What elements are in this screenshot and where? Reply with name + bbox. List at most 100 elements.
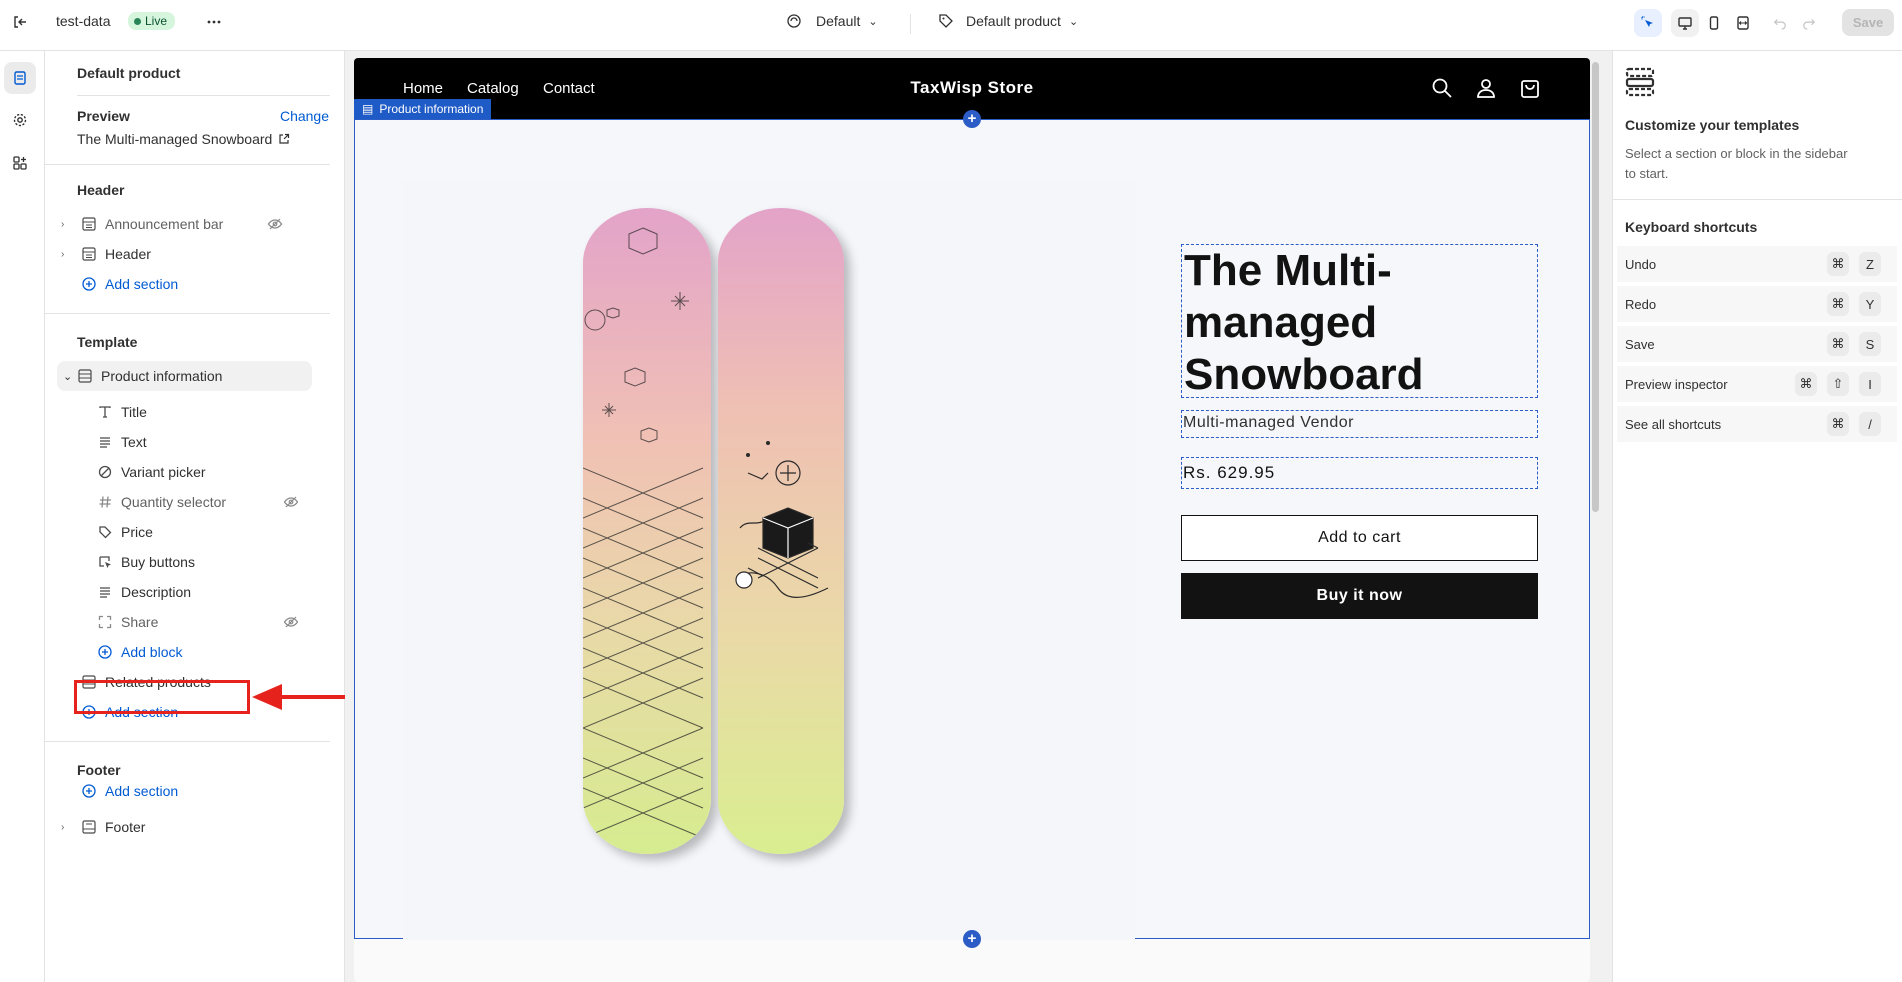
sidebar-item-product-information[interactable]: ⌄ Product information <box>57 361 312 391</box>
customize-description: Select a section or block in the sidebar… <box>1625 146 1848 181</box>
sidebar-item-announcement-bar[interactable]: › Announcement bar <box>61 209 316 239</box>
theme-label: Default <box>816 13 861 29</box>
add-section-button-footer[interactable]: Add section <box>81 776 178 806</box>
right-panel: Customize your templates Select a sectio… <box>1612 51 1902 982</box>
desktop-view-icon[interactable] <box>1671 9 1699 37</box>
preview-scrollbar[interactable] <box>1591 58 1600 982</box>
sidebar-item-footer[interactable]: › Footer <box>61 812 316 842</box>
product-media[interactable] <box>403 180 1135 940</box>
block-variant-picker[interactable]: Variant picker <box>97 457 317 487</box>
block-title[interactable]: Title <box>97 397 317 427</box>
add-to-cart-button[interactable]: Add to cart <box>1181 515 1538 561</box>
eye-hidden-icon[interactable] <box>283 494 299 510</box>
block-quantity-selector[interactable]: Quantity selector <box>97 487 317 517</box>
add-section-below-icon[interactable]: + <box>963 930 981 948</box>
section-tag-label: Product information <box>379 102 484 116</box>
undo-icon[interactable] <box>1766 9 1794 37</box>
change-preview-link[interactable]: Change <box>280 108 329 124</box>
block-label: Text <box>121 434 147 450</box>
section-icon <box>81 246 97 262</box>
theme-selector[interactable]: Default ⌄ <box>786 13 878 29</box>
search-icon[interactable] <box>1431 77 1453 99</box>
external-link-icon <box>279 133 290 144</box>
chevron-down-icon: ⌄ <box>63 370 73 383</box>
cart-icon[interactable] <box>1519 77 1541 99</box>
product-title-block[interactable]: The Multi-managed Snowboard <box>1181 244 1538 399</box>
full-width-view-icon[interactable] <box>1729 9 1757 37</box>
section-icon <box>77 368 93 384</box>
annotation-highlight-box <box>74 680 250 714</box>
product-information-section[interactable]: The Multi-managed Snowboard Multi-manage… <box>354 119 1590 940</box>
text-type-icon <box>97 404 113 420</box>
share-icon <box>97 614 113 630</box>
sidebar-item-label: Announcement bar <box>105 216 224 232</box>
add-block-button[interactable]: Add block <box>97 637 182 667</box>
shortcut-label: Undo <box>1625 256 1657 272</box>
section-sidebar: Default product Preview Change The Multi… <box>45 51 345 982</box>
shortcut-undo: Undo ⌘ Z <box>1617 246 1897 282</box>
buy-it-now-button[interactable]: Buy it now <box>1181 573 1538 619</box>
shortcut-see-all[interactable]: See all shortcuts ⌘ / <box>1617 406 1897 442</box>
plus-circle-icon <box>81 276 97 292</box>
shortcut-key: ⌘ <box>1795 372 1817 396</box>
account-icon[interactable] <box>1475 77 1497 99</box>
snowboard-image-front <box>583 208 711 854</box>
preview-product[interactable]: The Multi-managed Snowboard <box>77 131 290 147</box>
divider <box>910 14 911 34</box>
price-tag-icon <box>97 524 113 540</box>
shortcut-key: ⇧ <box>1827 372 1849 396</box>
top-bar: test-data Live Default ⌄ Default product… <box>0 0 1902 51</box>
block-label: Variant picker <box>121 464 206 480</box>
block-price[interactable]: Price <box>97 517 317 547</box>
divider <box>1613 199 1902 200</box>
eye-hidden-icon[interactable] <box>283 614 299 630</box>
block-buy-buttons[interactable]: Buy buttons <box>97 547 317 577</box>
section-icon <box>81 216 97 232</box>
shortcut-label: Save <box>1625 336 1655 352</box>
eye-hidden-icon[interactable] <box>267 216 283 232</box>
settings-gear-icon[interactable] <box>6 106 34 134</box>
shortcut-preview-inspector: Preview inspector ⌘ ⇧ I <box>1617 366 1897 402</box>
block-label: Buy buttons <box>121 554 195 570</box>
sections-icon[interactable] <box>4 62 36 94</box>
shortcut-key: ⌘ <box>1827 252 1849 276</box>
sidebar-item-header[interactable]: › Header <box>61 239 316 269</box>
header-group-heading: Header <box>77 182 125 198</box>
save-button[interactable]: Save <box>1842 9 1894 36</box>
keyboard-shortcuts-heading: Keyboard shortcuts <box>1625 219 1758 235</box>
shortcut-key: ⌘ <box>1827 332 1849 356</box>
chevron-right-icon: › <box>61 248 65 260</box>
add-block-label: Add block <box>121 644 183 660</box>
divider <box>45 164 330 165</box>
template-selector[interactable]: Default product ⌄ <box>938 13 1078 29</box>
scrollbar-thumb[interactable] <box>1592 62 1599 512</box>
board-mascot-icon <box>735 441 829 598</box>
template-group-heading: Template <box>77 334 138 350</box>
add-section-button-header[interactable]: Add section <box>81 269 178 299</box>
block-text[interactable]: Text <box>97 427 317 457</box>
product-vendor-block[interactable]: Multi-managed Vendor <box>1181 410 1538 438</box>
shortcut-key: S <box>1859 332 1881 356</box>
more-actions-icon[interactable] <box>200 8 228 36</box>
redo-icon[interactable] <box>1795 9 1823 37</box>
add-section-above-icon[interactable]: + <box>963 110 981 128</box>
store-name: test-data <box>56 13 111 29</box>
live-label: Live <box>145 14 168 28</box>
shortcut-redo: Redo ⌘ Y <box>1617 286 1897 322</box>
divider <box>77 95 330 96</box>
store-logo-title[interactable]: TaxWisp Store <box>354 78 1590 98</box>
exit-icon[interactable] <box>6 8 34 36</box>
mobile-view-icon[interactable] <box>1700 9 1728 37</box>
block-share[interactable]: Share <box>97 607 317 637</box>
shortcut-key: Z <box>1859 252 1881 276</box>
sidebar-item-label: Header <box>105 246 151 262</box>
product-price-block[interactable]: Rs. 629.95 <box>1181 457 1538 489</box>
text-lines-icon <box>97 434 113 450</box>
add-section-label: Add section <box>105 783 179 799</box>
block-description[interactable]: Description <box>97 577 317 607</box>
chevron-down-icon: ⌄ <box>1068 15 1079 28</box>
inspector-cursor-icon[interactable] <box>1634 9 1662 37</box>
section-icon <box>81 819 97 835</box>
variant-icon <box>97 464 113 480</box>
apps-icon[interactable] <box>6 149 34 177</box>
